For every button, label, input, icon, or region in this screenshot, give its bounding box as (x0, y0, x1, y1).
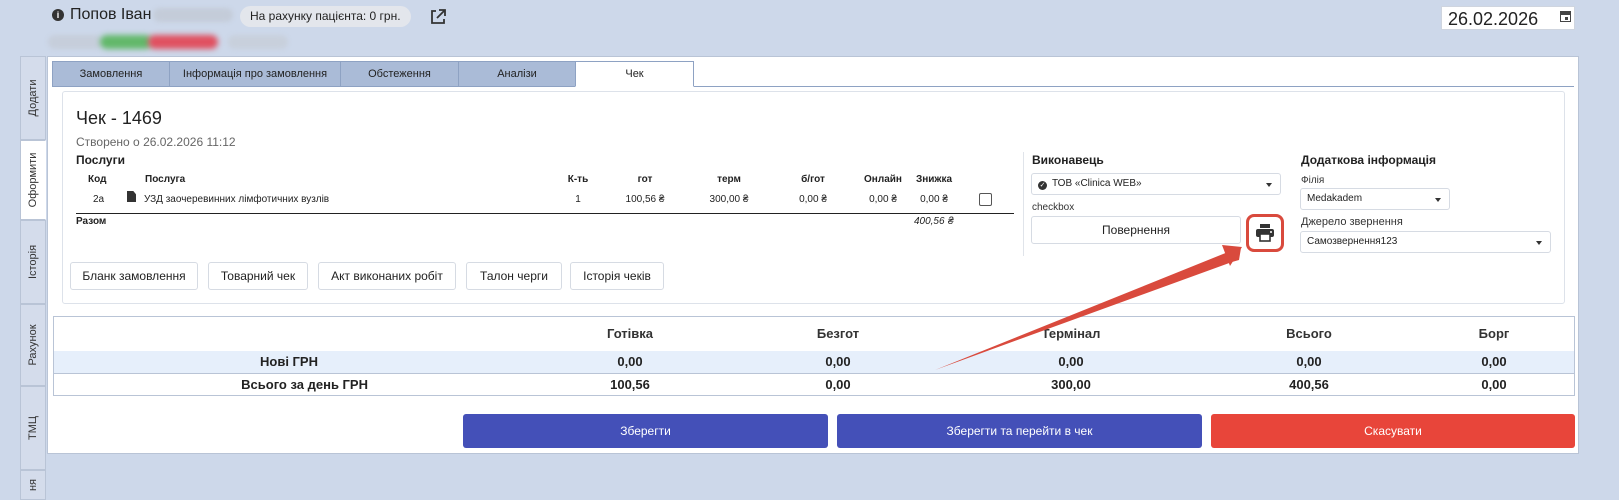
summary-header-debt: Борг (1478, 326, 1510, 341)
row-service: УЗД заочеревинних лімфотичних вузлів (144, 194, 330, 205)
tab-underline (52, 86, 1574, 87)
blurred-info (48, 35, 103, 49)
col-service: Послуга (145, 174, 186, 185)
total-value: 400,56 ₴ (913, 216, 954, 227)
row-online: 0,00 ₴ (869, 194, 897, 205)
col-cash: гот (637, 174, 653, 185)
chevron-down-icon (1266, 183, 1272, 187)
summary-row-separator (54, 373, 1574, 374)
blurred-patient-details (153, 8, 233, 22)
summary-cell: 0,00 (1481, 377, 1507, 392)
cancel-button[interactable]: Скасувати (1211, 414, 1575, 448)
executor-select[interactable]: ✓ ТОВ «Clinica WEB» (1031, 173, 1281, 195)
side-tab-checkout[interactable]: Оформити (20, 140, 46, 220)
created-date: Створено о 26.02.2026 11:12 (76, 135, 236, 149)
chevron-down-icon (1536, 241, 1542, 245)
side-tab-invoice[interactable]: Рахунок (20, 304, 46, 386)
patient-balance-badge: На рахунку пацієнта: 0 грн. (240, 6, 411, 27)
col-noncash: б/гот (801, 174, 825, 185)
side-tab-more-label: ня (27, 478, 39, 492)
tab-examinations[interactable]: Обстеження (340, 61, 459, 87)
side-tab-invoice-label: Рахунок (27, 324, 39, 366)
date-input[interactable]: 26.02.2026 (1441, 6, 1575, 30)
row-qty: 1 (575, 194, 581, 205)
summary-cell: 100,56 (610, 377, 650, 392)
summary-row-label: Всього за день ГРН (241, 377, 368, 392)
row-noncash: 0,00 ₴ (799, 194, 827, 205)
branch-select[interactable]: Medakadem (1300, 188, 1450, 210)
executor-title: Виконавець (1032, 153, 1104, 167)
tab-receipt[interactable]: Чек (575, 61, 694, 87)
side-tab-goods[interactable]: ТМЦ (20, 386, 46, 470)
executor-value: ТОВ «Clinica WEB» (1052, 178, 1142, 189)
patient-name: Попов Іван (70, 6, 152, 23)
row-checkbox[interactable] (979, 193, 992, 206)
side-tab-checkout-label: Оформити (27, 152, 39, 208)
side-tab-goods-label: ТМЦ (27, 415, 39, 441)
summary-header-terminal: Термінал (1041, 326, 1101, 341)
col-discount: Знижка (915, 174, 953, 185)
summary-cell: 0,00 (1296, 354, 1322, 369)
calendar-icon[interactable] (1560, 11, 1571, 22)
summary-cell: 300,00 (1051, 377, 1091, 392)
summary-cell: 0,00 (825, 354, 851, 369)
work-act-button[interactable]: Акт виконаних робіт (318, 262, 456, 290)
summary-header-total: Всього (1286, 326, 1332, 341)
summary-cell: 0,00 (1058, 354, 1084, 369)
sales-receipt-button[interactable]: Товарний чек (208, 262, 308, 290)
blurred-status-red (148, 35, 218, 49)
source-label: Джерело звернення (1301, 216, 1403, 228)
services-title: Послуги (76, 153, 125, 167)
checkbox-label: checkbox (1032, 202, 1075, 213)
branch-value: Medakadem (1307, 193, 1363, 204)
col-code: Код (88, 174, 107, 185)
summary-cell: 0,00 (617, 354, 643, 369)
summary-cell: 0,00 (1481, 354, 1507, 369)
summary-cell: 400,56 (1289, 377, 1329, 392)
check-circle-icon: ✓ (1038, 181, 1047, 190)
source-value: Самозвернення123 (1307, 236, 1398, 247)
summary-header-cash: Готівка (606, 326, 654, 341)
side-tab-history-label: Історія (27, 244, 39, 280)
side-tab-history[interactable]: Історія (20, 220, 46, 304)
table-divider (76, 213, 1014, 214)
save-and-go-to-receipt-button[interactable]: Зберегти та перейти в чек (837, 414, 1202, 448)
summary-header-noncash: Безгот (816, 326, 860, 341)
return-button[interactable]: Повернення (1031, 216, 1241, 244)
row-discount: 0,00 ₴ (920, 194, 948, 205)
summary-cell: 0,00 (825, 377, 851, 392)
blurred-info-2 (228, 35, 288, 49)
branch-label: Філія (1301, 175, 1325, 186)
receipt-history-button[interactable]: Історія чеків (570, 262, 664, 290)
save-button[interactable]: Зберегти (463, 414, 828, 448)
side-tab-add[interactable]: Додати (20, 56, 46, 140)
queue-ticket-button[interactable]: Талон черги (466, 262, 562, 290)
external-link-icon[interactable] (429, 8, 447, 26)
print-button[interactable] (1246, 214, 1284, 252)
summary-row-label: Нові ГРН (260, 354, 318, 369)
row-code: 2а (93, 194, 105, 205)
printer-icon (1256, 224, 1274, 242)
info-icon: i (52, 9, 64, 21)
column-separator (1023, 152, 1024, 256)
tab-analyses[interactable]: Аналізи (458, 61, 576, 87)
blurred-status-green (100, 35, 152, 49)
col-qty: К-ть (567, 174, 589, 185)
row-cash: 100,56 ₴ (625, 194, 665, 205)
source-select[interactable]: Самозвернення123 (1300, 231, 1551, 253)
tab-orders[interactable]: Замовлення (52, 61, 170, 87)
col-terminal: терм (717, 174, 741, 185)
col-online: Онлайн (864, 174, 902, 185)
additional-info-title: Додаткова інформація (1301, 153, 1436, 167)
tab-order-info[interactable]: Інформація про замовлення (169, 61, 341, 87)
chevron-down-icon (1435, 198, 1441, 202)
order-form-button[interactable]: Бланк замовлення (70, 262, 198, 290)
total-label: Разом (76, 216, 107, 227)
receipt-title: Чек - 1469 (76, 108, 162, 128)
side-tab-add-label: Додати (27, 79, 39, 117)
document-icon[interactable] (127, 191, 136, 202)
row-terminal: 300,00 ₴ (709, 194, 749, 205)
